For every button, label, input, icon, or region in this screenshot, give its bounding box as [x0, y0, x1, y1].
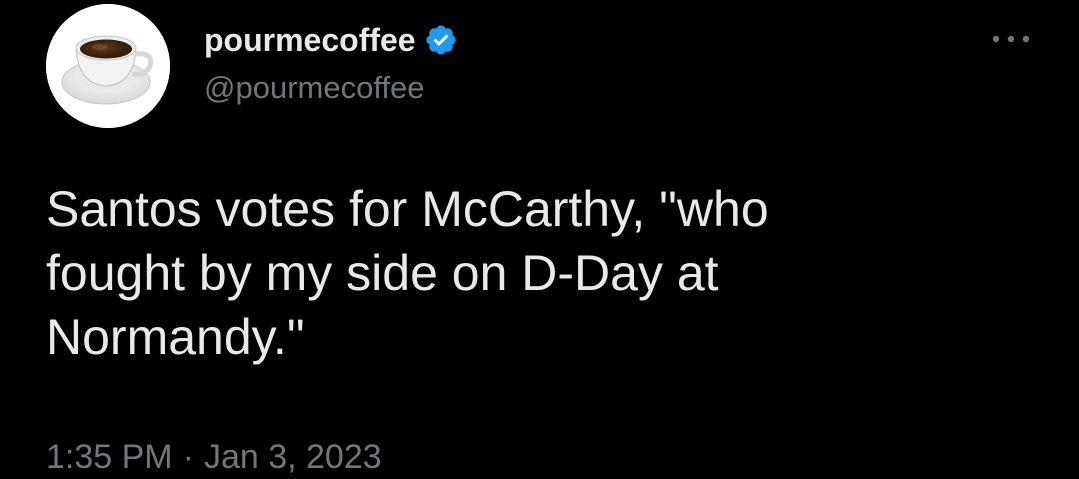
tweet-text: Santos votes for McCarthy, "who fought b…: [46, 181, 769, 365]
coffee-cup-icon: [46, 4, 170, 128]
user-handle[interactable]: @pourmecoffee: [204, 70, 424, 106]
tweet-card: pourmecoffee @pourmecoffee Santos votes …: [0, 0, 1079, 479]
tweet-date: Jan 3, 2023: [203, 438, 382, 476]
author-name-row: pourmecoffee: [204, 18, 458, 62]
tweet-time: 1:35 PM: [46, 438, 173, 476]
tweet-timestamp[interactable]: 1:35 PM · Jan 3, 2023: [46, 438, 382, 477]
verified-badge-icon[interactable]: [424, 23, 458, 57]
more-options-button[interactable]: [986, 24, 1036, 54]
avatar[interactable]: [46, 4, 170, 128]
display-name[interactable]: pourmecoffee: [204, 22, 416, 59]
meta-separator: ·: [182, 438, 194, 476]
more-horizontal-icon: [992, 35, 1030, 43]
